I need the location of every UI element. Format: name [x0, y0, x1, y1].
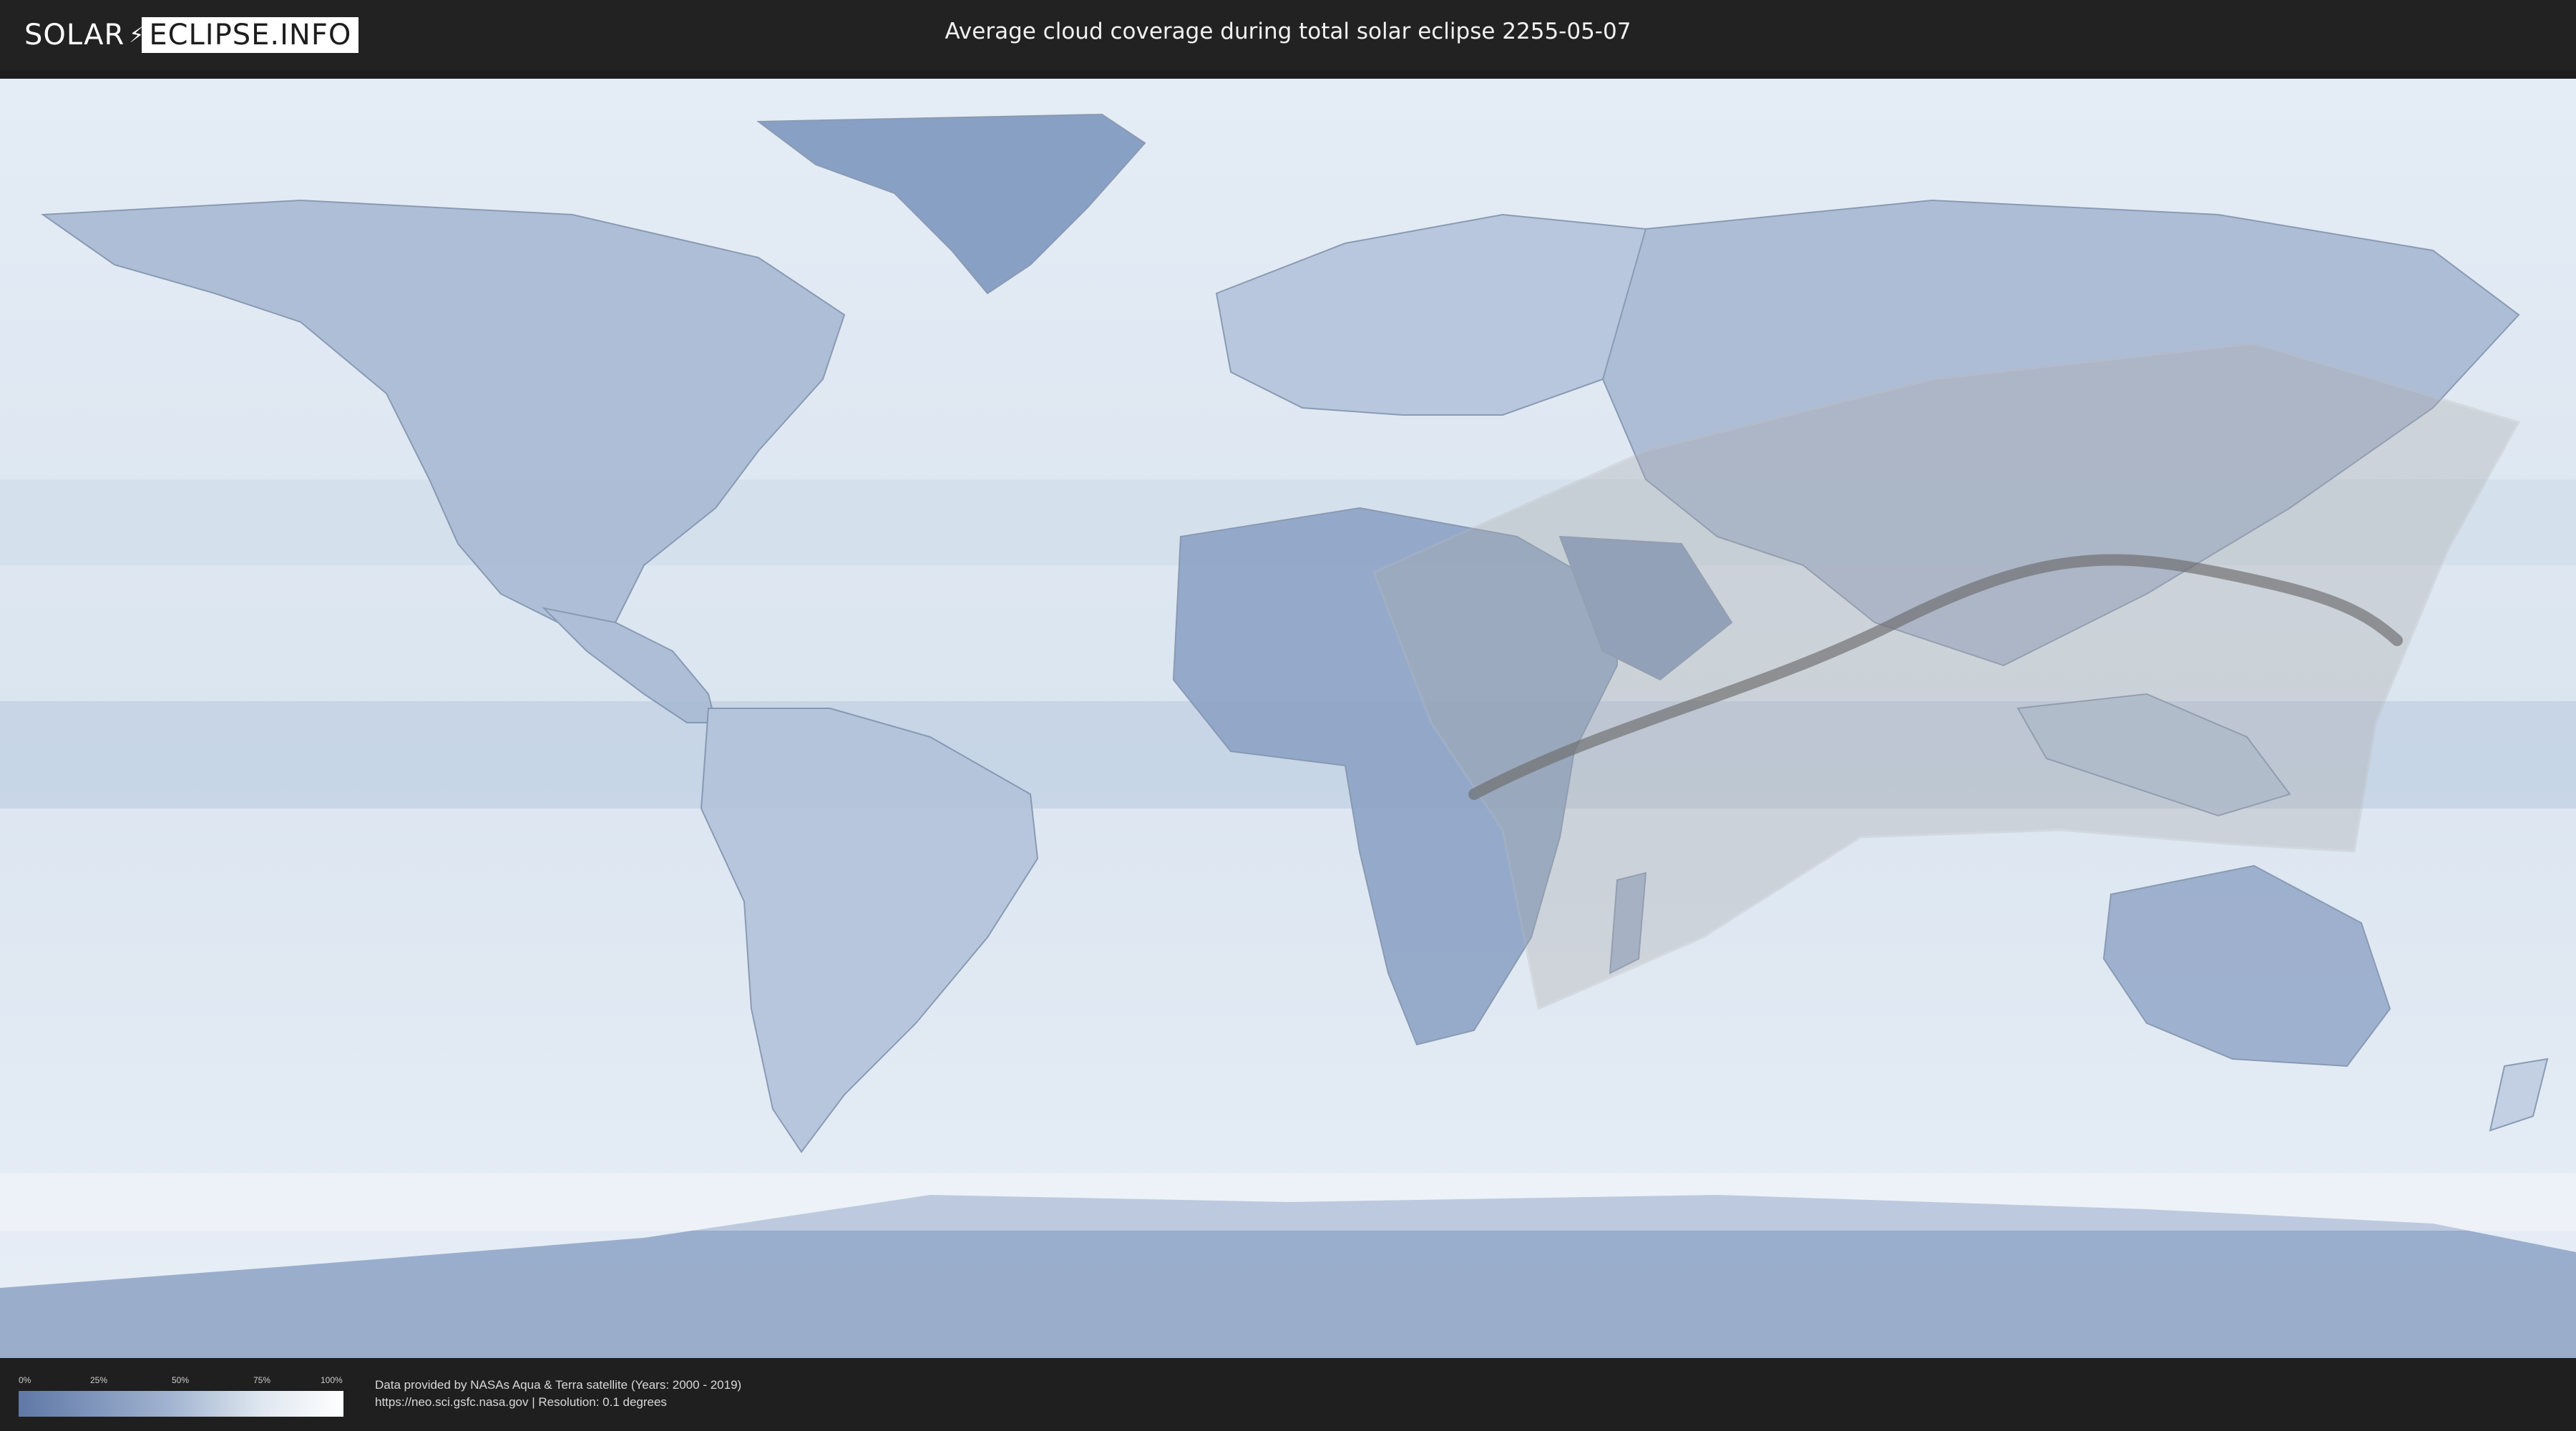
legend-tick-100: 100%: [321, 1375, 343, 1385]
legend-tick-25: 25%: [90, 1375, 108, 1385]
cloud-coverage-map[interactable]: [0, 79, 2576, 1358]
legend-tick-50: 50%: [172, 1375, 190, 1385]
legend-color-scale: [19, 1391, 343, 1417]
southern-ocean-cloud-band: [0, 1173, 2576, 1231]
footer-bar: 0% 25% 50% 75% 100% Data provided by NAS…: [0, 1358, 2576, 1431]
cloud-coverage-legend: 0% 25% 50% 75% 100%: [19, 1375, 343, 1417]
world-map-svg: [0, 79, 2576, 1358]
legend-ticks: 0% 25% 50% 75% 100%: [19, 1375, 343, 1387]
credit-line-source: Data provided by NASAs Aqua & Terra sate…: [375, 1378, 742, 1392]
header-bar: SOLAR ⚡ ECLIPSE.INFO Average cloud cover…: [0, 0, 2576, 70]
legend-tick-0: 0%: [19, 1375, 31, 1385]
data-credit: Data provided by NASAs Aqua & Terra sate…: [375, 1377, 741, 1411]
credit-line-url: https://neo.sci.gsfc.nasa.gov | Resoluti…: [375, 1395, 667, 1409]
legend-tick-75: 75%: [253, 1375, 271, 1385]
page-title: Average cloud coverage during total sola…: [945, 19, 1631, 44]
